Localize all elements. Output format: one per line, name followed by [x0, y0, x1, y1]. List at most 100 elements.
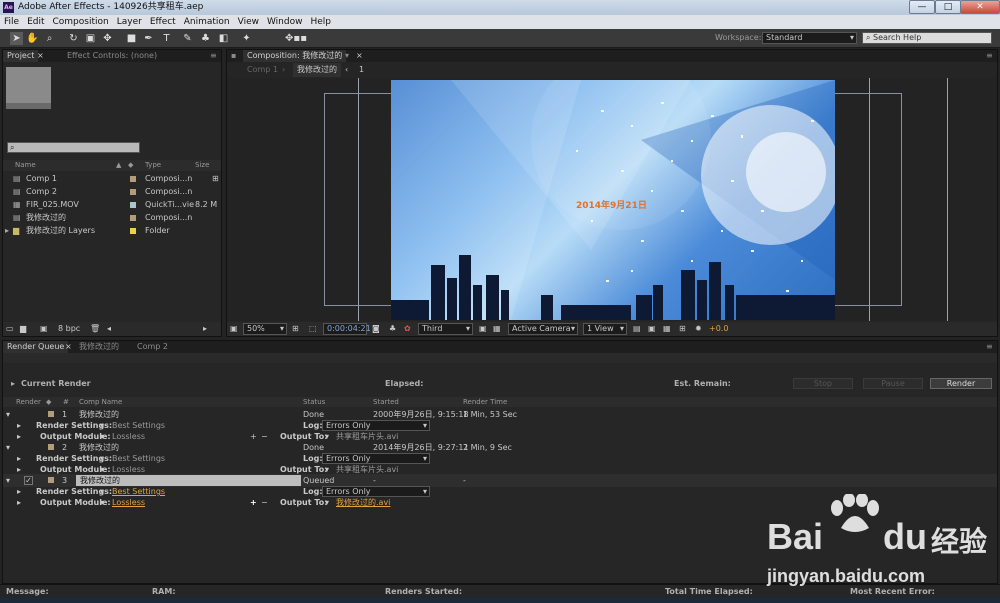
pause-button[interactable]: Pause — [863, 378, 923, 389]
expand-arrow-icon[interactable]: ▸ — [5, 224, 9, 237]
column-render[interactable]: Render — [16, 397, 41, 407]
add-output-module-icon[interactable]: + — [250, 496, 257, 509]
column-comp-name[interactable]: Comp Name — [79, 397, 122, 407]
show-snapshot-icon[interactable]: ♣ — [389, 322, 396, 336]
column-number[interactable]: # — [63, 397, 69, 407]
project-item-comp-main[interactable]: ▤ 我修改过的 Composi...n — [3, 211, 221, 224]
chevron-down-icon[interactable]: ▾ — [325, 496, 329, 509]
puppet-pin-tool-icon[interactable]: ✦ — [240, 32, 253, 45]
new-folder-icon[interactable]: ▆ — [20, 322, 26, 336]
close-icon[interactable]: × — [356, 50, 363, 62]
zoom-tool-icon[interactable]: ⌕ — [43, 32, 56, 45]
scroll-right-icon[interactable]: ▸ — [203, 322, 207, 336]
project-item-footage[interactable]: ▦ FIR_025.MOV QuickTi...vie 8.2 M — [3, 198, 221, 211]
region-of-interest-icon[interactable]: ⬚ — [309, 322, 317, 336]
toggle-pixel-aspect-icon[interactable]: ▤ — [633, 322, 641, 336]
column-status[interactable]: Status — [303, 397, 325, 407]
grid-guides-icon[interactable]: ⊞ — [292, 322, 299, 336]
exposure-value[interactable]: +0.0 — [709, 322, 728, 336]
snapshot-icon[interactable]: ◙ — [372, 322, 380, 336]
flowchart-icon[interactable]: ⊞ — [679, 322, 686, 336]
brush-tool-icon[interactable]: ✎ — [181, 32, 194, 45]
column-name[interactable]: Name — [15, 160, 36, 171]
exposure-reset-icon[interactable]: ✹ — [695, 322, 702, 336]
menu-layer[interactable]: Layer — [113, 15, 146, 29]
menu-view[interactable]: View — [234, 15, 263, 29]
column-size[interactable]: Size — [195, 160, 209, 171]
expand-arrow-icon[interactable]: ▸ — [11, 377, 15, 391]
rotation-tool-icon[interactable]: ↻ — [67, 32, 80, 45]
interpret-footage-icon[interactable]: ▭ — [6, 322, 14, 336]
close-icon[interactable]: × — [65, 341, 72, 353]
menu-effect[interactable]: Effect — [146, 15, 180, 29]
nav-comp-1[interactable]: Comp 1 — [247, 63, 278, 77]
always-preview-icon[interactable]: ▣ — [230, 322, 238, 336]
lock-icon[interactable]: ▪ — [231, 50, 236, 62]
trash-icon[interactable]: 🗑 — [90, 322, 100, 336]
menu-edit[interactable]: Edit — [23, 15, 48, 29]
output-module-value[interactable]: Lossless — [112, 496, 145, 509]
clone-stamp-tool-icon[interactable]: ♣ — [199, 32, 212, 45]
tab-project[interactable]: Project — [3, 50, 39, 62]
menu-animation[interactable]: Animation — [180, 15, 234, 29]
hand-tool-icon[interactable]: ✋ — [26, 32, 39, 45]
camera-tool-icon[interactable]: ▣ — [84, 32, 97, 45]
stop-button[interactable]: Stop — [793, 378, 853, 389]
fast-preview-icon[interactable]: ▣ — [479, 322, 487, 336]
output-to-value[interactable]: 我修改过的.avi — [336, 496, 390, 509]
rectangle-tool-icon[interactable]: ■ — [125, 32, 138, 45]
tab-menu-icon[interactable]: ▾ — [345, 50, 349, 62]
magnification-select[interactable]: 50% ▾ — [243, 323, 287, 335]
selection-tool-icon[interactable]: ➤ — [10, 32, 23, 45]
timeline-icon[interactable]: ▦ — [663, 322, 671, 336]
column-type[interactable]: Type — [145, 160, 161, 171]
scroll-left-icon[interactable]: ◂ — [107, 322, 111, 336]
camera-view-select[interactable]: Active Camera ▾ — [508, 323, 578, 335]
channel-icon[interactable]: ✿ — [404, 322, 411, 336]
maximize-button[interactable]: □ — [935, 0, 961, 14]
bpc-button[interactable]: 8 bpc — [58, 322, 80, 336]
close-button[interactable]: ✕ — [960, 0, 1000, 14]
tab-effect-controls[interactable]: Effect Controls: (none) — [63, 50, 161, 62]
column-started[interactable]: Started — [373, 397, 399, 407]
nav-back-icon[interactable]: ‹ — [345, 63, 348, 77]
menu-file[interactable]: File — [0, 15, 23, 29]
new-composition-icon[interactable]: ▣ — [40, 322, 48, 336]
panel-menu-icon[interactable]: ≡ — [210, 50, 217, 62]
minimize-button[interactable]: — — [909, 0, 935, 14]
project-item-folder[interactable]: ▸ ▆ 我修改过的 Layers Folder — [3, 224, 221, 237]
render-checkbox[interactable]: ✓ — [24, 476, 33, 485]
project-item-comp-2[interactable]: ▤ Comp 2 Composi...n — [3, 185, 221, 198]
eraser-tool-icon[interactable]: ◧ — [217, 32, 230, 45]
panel-menu-icon[interactable]: ≡ — [986, 50, 993, 62]
search-help-field[interactable]: ⌕ Search Help — [862, 32, 992, 44]
timecode-field[interactable]: 0:00:04:21 — [323, 323, 371, 335]
tab-timeline-comp-2[interactable]: Comp 2 — [133, 341, 172, 353]
composition-viewer[interactable]: 2014年9月21日 — [227, 78, 997, 321]
render-button[interactable]: Render — [930, 378, 992, 389]
pen-tool-icon[interactable]: ✒ — [142, 32, 155, 45]
tab-render-queue[interactable]: Render Queue — [3, 341, 69, 353]
nav-comp-current[interactable]: 我修改过的 — [293, 63, 341, 77]
workspace-select[interactable]: Standard ▾ — [762, 32, 857, 44]
chevron-down-icon[interactable]: ▾ — [100, 496, 104, 509]
column-render-time[interactable]: Render Time — [463, 397, 507, 407]
project-search-input[interactable]: ⌕ — [7, 142, 140, 153]
type-tool-icon[interactable]: T — [160, 32, 173, 45]
fast-previews-icon[interactable]: ▣ — [648, 322, 656, 336]
resolution-select[interactable]: Third ▾ — [418, 323, 473, 335]
flowchart-icon[interactable]: ⊞ — [212, 172, 219, 185]
transparency-grid-icon[interactable]: ▦ — [493, 322, 501, 336]
view-layout-select[interactable]: 1 View ▾ — [583, 323, 627, 335]
menu-composition[interactable]: Composition — [49, 15, 113, 29]
panel-menu-icon[interactable]: ≡ — [986, 341, 993, 353]
expand-arrow-icon[interactable]: ▸ — [17, 496, 21, 509]
remove-output-module-icon[interactable]: − — [261, 496, 268, 509]
tab-timeline-main[interactable]: 我修改过的 — [75, 341, 123, 353]
pan-behind-tool-icon[interactable]: ✥ — [101, 32, 114, 45]
menu-window[interactable]: Window — [263, 15, 307, 29]
close-icon[interactable]: × — [37, 50, 44, 62]
axis-mode-icon[interactable]: ✥▪▪ — [285, 32, 307, 45]
tab-composition[interactable]: Composition: 我修改过的 — [243, 50, 347, 62]
menu-help[interactable]: Help — [306, 15, 335, 29]
